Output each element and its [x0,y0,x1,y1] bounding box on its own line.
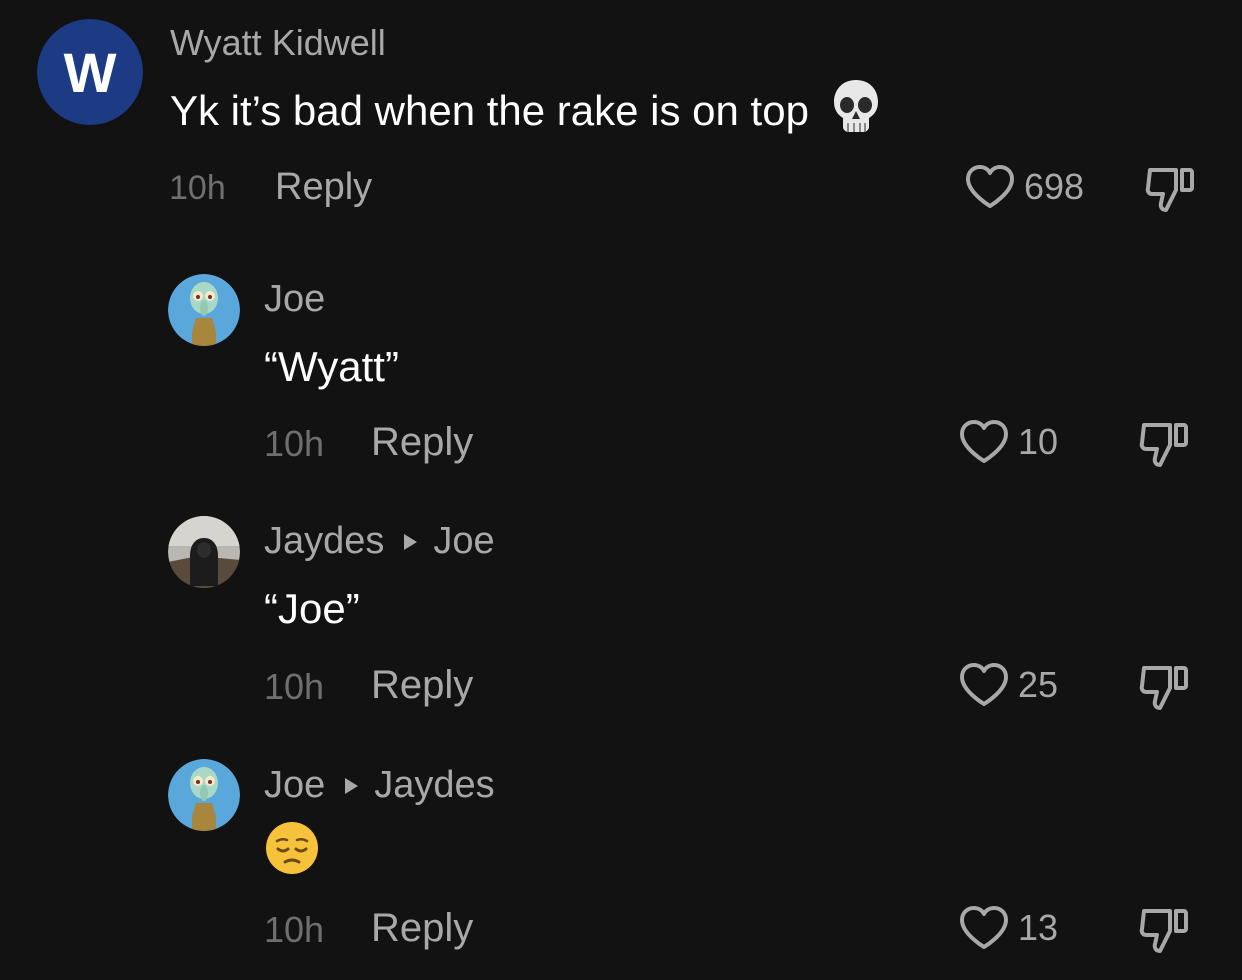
comment-body: “Joe” [264,585,360,632]
like-count: 10 [1018,421,1059,462]
comment-text [264,822,320,880]
dislike-button[interactable] [1138,419,1190,474]
thumbs-down-icon [1139,666,1188,710]
reply-to-arrow-icon [404,533,418,550]
letter-w-avatar-icon: W [37,19,143,125]
like-button[interactable]: 698 [964,164,1084,210]
heart-icon [960,663,1008,706]
dislike-button[interactable] [1144,164,1196,219]
comment-timestamp: 10h [169,169,226,207]
like-count: 698 [1024,166,1085,207]
like-count: 25 [1018,664,1059,705]
reply-to-username[interactable]: Jaydes [374,764,494,807]
avatar-letter: W [64,41,117,104]
squidward-avatar-icon [168,274,240,346]
comment-username[interactable]: Jaydes Joe [264,520,495,563]
comment-username[interactable]: Wyatt Kidwell [170,22,386,64]
like-button[interactable]: 13 [958,905,1058,951]
username-text: Joe [264,764,326,806]
skull-emoji [831,78,881,144]
dislike-button[interactable] [1138,905,1190,960]
like-button[interactable]: 10 [958,419,1058,465]
comment-text: Yk it’s bad when the rake is on top [170,80,881,136]
heart-icon [960,906,1008,949]
hooded-figure-avatar-icon [168,516,240,588]
comment-text: “Wyatt” [264,342,399,392]
pensive-face-emoji [264,821,320,885]
reply-button[interactable]: Reply [371,420,473,465]
reply-to-username[interactable]: Joe [433,520,494,563]
heart-icon [966,165,1014,208]
avatar[interactable] [168,274,240,346]
comment-body: Yk it’s bad when the rake is on top [170,87,809,134]
comment-username[interactable]: Joe [264,278,325,321]
reply-to-arrow-icon [345,777,359,794]
avatar[interactable] [168,516,240,588]
comment-timestamp: 10h [264,423,325,464]
comment-body: “Wyatt” [264,343,399,390]
thumbs-down-icon [1145,168,1194,212]
comment-username[interactable]: Joe Jaydes [264,764,495,807]
comment-timestamp: 10h [264,909,325,950]
reply-button[interactable]: Reply [371,906,473,951]
comment-text: “Joe” [264,584,360,634]
username-text: Jaydes [264,520,385,562]
reply-button[interactable]: Reply [275,166,372,209]
reply-button[interactable]: Reply [371,663,473,708]
squidward-avatar-icon [168,759,240,831]
thumbs-down-icon [1139,423,1188,467]
avatar[interactable] [168,759,240,831]
username-text: Joe [264,278,326,320]
thumbs-down-icon [1139,909,1188,953]
avatar[interactable]: W [37,19,143,125]
comment-timestamp: 10h [264,666,325,707]
heart-icon [960,420,1008,463]
like-button[interactable]: 25 [958,662,1058,708]
dislike-button[interactable] [1138,662,1190,717]
like-count: 13 [1018,907,1059,948]
username-text: Wyatt Kidwell [170,22,386,63]
